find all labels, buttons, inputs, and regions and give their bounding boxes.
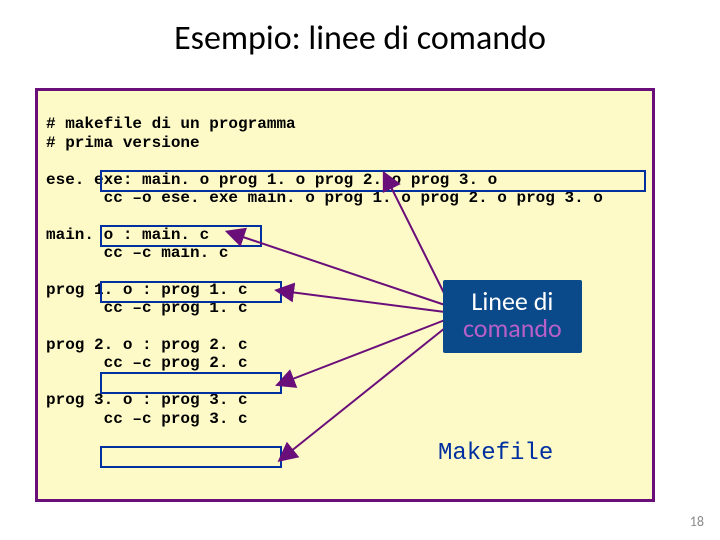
callout-linee-di-comando: Linee di comando bbox=[443, 280, 582, 353]
makefile-code: # makefile di un programma # prima versi… bbox=[46, 97, 603, 428]
rule-p2-cmd: cc –c prog 2. c bbox=[104, 354, 248, 372]
rule-ese-cmd: cc –o ese. exe main. o prog 1. o prog 2.… bbox=[104, 189, 603, 207]
rule-p1-cmd: cc –c prog 1. c bbox=[104, 299, 248, 317]
rule-ese-target: ese. exe: main. o prog 1. o prog 2. o pr… bbox=[46, 171, 497, 189]
rule-p3-target: prog 3. o : prog 3. c bbox=[46, 391, 248, 409]
code-comment-2: # prima versione bbox=[46, 134, 200, 152]
page-number: 18 bbox=[690, 513, 704, 530]
slide: Esempio: linee di comando # makefile di … bbox=[0, 0, 720, 540]
callout-line2: comando bbox=[463, 315, 562, 342]
makefile-label: Makefile bbox=[438, 440, 553, 467]
rule-p2-target: prog 2. o : prog 2. c bbox=[46, 336, 248, 354]
rule-main-target: main. o : main. c bbox=[46, 226, 209, 244]
slide-title: Esempio: linee di comando bbox=[0, 18, 720, 59]
code-comment-1: # makefile di un programma bbox=[46, 115, 296, 133]
highlight-cmd-p3 bbox=[100, 446, 282, 468]
callout-line1: Linee di bbox=[463, 288, 562, 315]
rule-main-cmd: cc –c main. c bbox=[104, 244, 229, 262]
rule-p3-cmd: cc –c prog 3. c bbox=[104, 410, 248, 428]
rule-p1-target: prog 1. o : prog 1. c bbox=[46, 281, 248, 299]
